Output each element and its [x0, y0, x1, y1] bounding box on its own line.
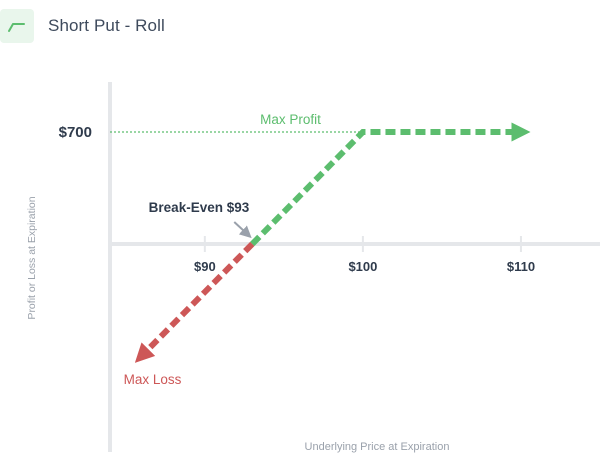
profit-payoff-line [250, 122, 531, 247]
x-tick-label: $90 [194, 259, 216, 274]
y-tick-label: $700 [59, 124, 92, 141]
max-loss-label: Max Loss [124, 372, 182, 387]
y-axis-label: Profit or Loss at Expiration [26, 196, 38, 319]
max-profit-label: Max Profit [260, 112, 321, 127]
x-axis-label: Underlying Price at Expiration [305, 441, 450, 453]
break-even-pointer-arrow [233, 221, 252, 239]
break-even-label: Break-Even $93 [149, 200, 250, 215]
payoff-chart: $90 $100 $110 $700 Profit or Loss at Expirat… [26, 82, 600, 453]
x-tick-label: $110 [507, 259, 535, 274]
x-tick-label: $100 [348, 259, 377, 274]
